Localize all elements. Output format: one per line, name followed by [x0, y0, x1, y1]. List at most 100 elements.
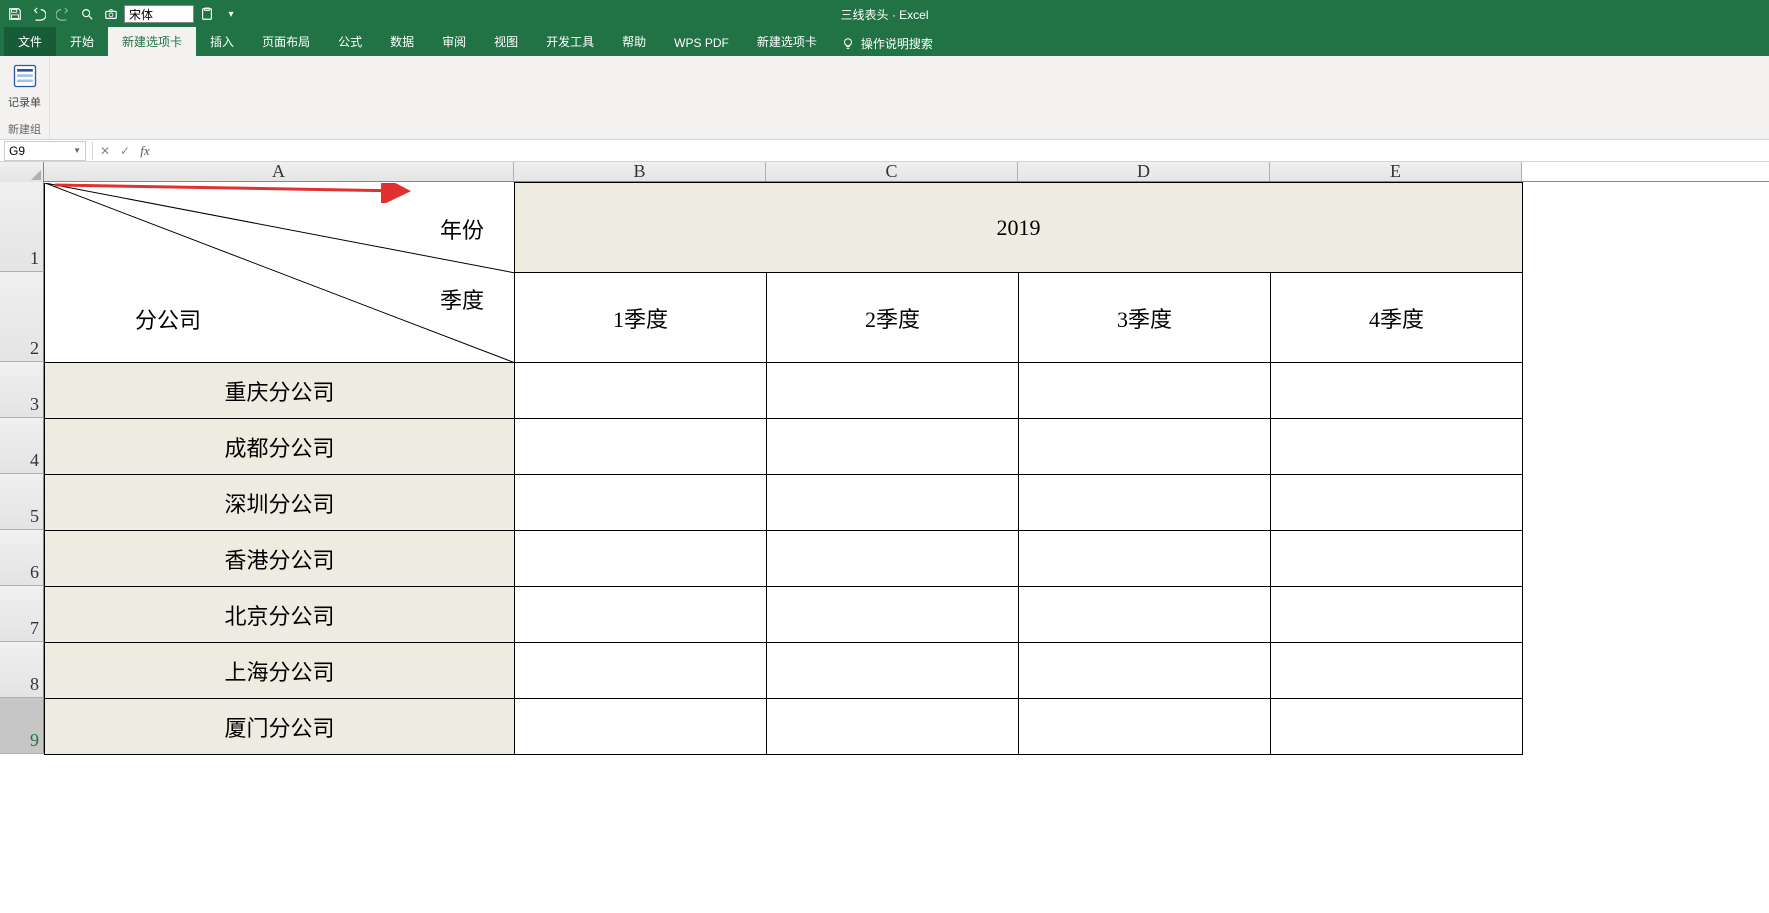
cell-q1[interactable]: 1季度	[515, 273, 767, 363]
cell-e8[interactable]	[1271, 643, 1523, 699]
col-header-B[interactable]: B	[514, 162, 766, 181]
print-preview-button[interactable]	[76, 3, 98, 25]
cell-c3[interactable]	[767, 363, 1019, 419]
cell-d3[interactable]	[1019, 363, 1271, 419]
name-box-value: G9	[9, 144, 25, 158]
cell-c6[interactable]	[767, 531, 1019, 587]
tab-formulas[interactable]: 公式	[324, 27, 376, 56]
select-all-corner[interactable]	[0, 162, 44, 182]
cell-c9[interactable]	[767, 699, 1019, 755]
cell-e6[interactable]	[1271, 531, 1523, 587]
tab-view[interactable]: 视图	[480, 27, 532, 56]
undo-button[interactable]	[28, 3, 50, 25]
tab-data[interactable]: 数据	[376, 27, 428, 56]
camera-icon	[104, 7, 118, 21]
redo-button[interactable]	[52, 3, 74, 25]
tab-insert[interactable]: 插入	[196, 27, 248, 56]
row-header-8[interactable]: 8	[0, 642, 44, 698]
save-button[interactable]	[4, 3, 26, 25]
cancel-button[interactable]: ✕	[95, 141, 115, 161]
tab-review[interactable]: 审阅	[428, 27, 480, 56]
cell-d8[interactable]	[1019, 643, 1271, 699]
cell-b5[interactable]	[515, 475, 767, 531]
cell-e4[interactable]	[1271, 419, 1523, 475]
paste-button[interactable]	[196, 3, 218, 25]
clipboard-icon	[200, 7, 214, 21]
cell-branch-3[interactable]: 香港分公司	[45, 531, 515, 587]
cell-b3[interactable]	[515, 363, 767, 419]
cell-branch-4[interactable]: 北京分公司	[45, 587, 515, 643]
undo-icon	[32, 7, 46, 21]
cell-d9[interactable]	[1019, 699, 1271, 755]
col-header-E[interactable]: E	[1270, 162, 1522, 181]
tab-wps-pdf[interactable]: WPS PDF	[660, 30, 743, 56]
col-header-C[interactable]: C	[766, 162, 1018, 181]
formula-input[interactable]	[155, 141, 1769, 161]
row-header-3[interactable]: 3	[0, 362, 44, 418]
cell-c8[interactable]	[767, 643, 1019, 699]
cell-e9[interactable]	[1271, 699, 1523, 755]
tab-layout[interactable]: 页面布局	[248, 27, 324, 56]
cell-d7[interactable]	[1019, 587, 1271, 643]
font-name-input[interactable]	[124, 5, 194, 23]
cell-q2[interactable]: 2季度	[767, 273, 1019, 363]
row-header-4[interactable]: 4	[0, 418, 44, 474]
cell-c4[interactable]	[767, 419, 1019, 475]
cell-e7[interactable]	[1271, 587, 1523, 643]
cell-b7[interactable]	[515, 587, 767, 643]
cell-c7[interactable]	[767, 587, 1019, 643]
row-header-7[interactable]: 7	[0, 586, 44, 642]
cell-year[interactable]: 2019	[515, 183, 1523, 273]
camera-button[interactable]	[100, 3, 122, 25]
cell-d4[interactable]	[1019, 419, 1271, 475]
cell-c5[interactable]	[767, 475, 1019, 531]
grid-area: A B C D E 1 2 3 4 5 6 7 8 9	[0, 162, 1769, 755]
cell-b4[interactable]	[515, 419, 767, 475]
tell-me-search[interactable]: 操作说明搜索	[831, 31, 943, 56]
enter-button[interactable]: ✓	[115, 141, 135, 161]
header-branch-label: 分公司	[135, 303, 201, 335]
row-header-5[interactable]: 5	[0, 474, 44, 530]
cell-branch-0[interactable]: 重庆分公司	[45, 363, 515, 419]
tab-home[interactable]: 开始	[56, 27, 108, 56]
cell-q3[interactable]: 3季度	[1019, 273, 1271, 363]
insert-function-button[interactable]: fx	[135, 141, 155, 161]
row-header-1[interactable]: 1	[0, 182, 44, 272]
cell-branch-5[interactable]: 上海分公司	[45, 643, 515, 699]
cell-branch-1[interactable]: 成都分公司	[45, 419, 515, 475]
name-box-dropdown-icon[interactable]: ▼	[73, 146, 81, 155]
ribbon-group-form: 记录单 新建组	[0, 56, 50, 139]
cells[interactable]: 年份 季度 分公司 2019 1季度 2季度 3季度 4	[44, 182, 1523, 755]
tab-custom[interactable]: 新建选项卡	[108, 27, 196, 56]
tab-developer[interactable]: 开发工具	[532, 27, 608, 56]
save-icon	[8, 7, 22, 21]
row-headers: 1 2 3 4 5 6 7 8 9	[0, 182, 44, 755]
qat-more-button[interactable]: ▾	[220, 3, 242, 25]
cell-header-diagonal[interactable]: 年份 季度 分公司	[45, 183, 515, 363]
cell-e3[interactable]	[1271, 363, 1523, 419]
quick-access-toolbar: ▾	[0, 3, 242, 25]
tab-help[interactable]: 帮助	[608, 27, 660, 56]
row-header-2[interactable]: 2	[0, 272, 44, 362]
row-header-9[interactable]: 9	[0, 698, 44, 754]
cell-d6[interactable]	[1019, 531, 1271, 587]
col-header-D[interactable]: D	[1018, 162, 1270, 181]
header-quarter-label: 季度	[440, 283, 484, 315]
cell-branch-6[interactable]: 厦门分公司	[45, 699, 515, 755]
cell-b8[interactable]	[515, 643, 767, 699]
cell-branch-2[interactable]: 深圳分公司	[45, 475, 515, 531]
ribbon-tabs: 文件 开始 新建选项卡 插入 页面布局 公式 数据 审阅 视图 开发工具 帮助 …	[0, 28, 1769, 56]
tab-file[interactable]: 文件	[4, 27, 56, 56]
cell-d5[interactable]	[1019, 475, 1271, 531]
header-year-label: 年份	[440, 213, 484, 245]
cell-b6[interactable]	[515, 531, 767, 587]
row-header-6[interactable]: 6	[0, 530, 44, 586]
formula-bar-row: G9 ▼ ✕ ✓ fx	[0, 140, 1769, 162]
name-box[interactable]: G9 ▼	[4, 141, 86, 161]
cell-e5[interactable]	[1271, 475, 1523, 531]
tab-custom2[interactable]: 新建选项卡	[743, 27, 831, 56]
cell-b9[interactable]	[515, 699, 767, 755]
cell-q4[interactable]: 4季度	[1271, 273, 1523, 363]
form-button[interactable]: 记录单	[8, 60, 41, 110]
col-header-A[interactable]: A	[44, 162, 514, 181]
